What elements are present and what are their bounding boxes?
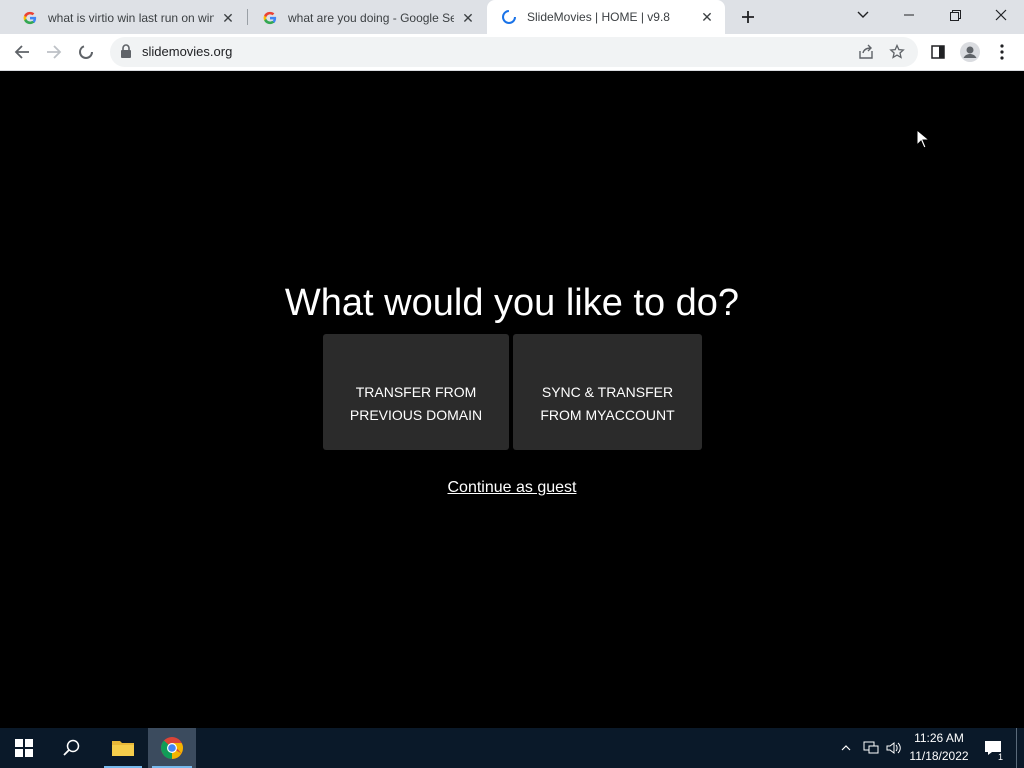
notification-count: 1	[995, 752, 1005, 762]
close-window-button[interactable]	[978, 0, 1024, 30]
kebab-menu-icon	[1000, 44, 1004, 60]
url-text: slidemovies.org	[142, 44, 233, 59]
loading-icon	[79, 45, 93, 59]
folder-icon	[112, 741, 134, 756]
close-tab-icon[interactable]: ✕	[699, 9, 715, 25]
tab-google-search[interactable]: what are you doing - Google Search ✕	[248, 2, 486, 34]
share-icon[interactable]	[856, 42, 876, 62]
back-button[interactable]	[8, 38, 36, 66]
restore-button[interactable]	[932, 0, 978, 30]
option-label-line1: SYNC & TRANSFER	[541, 384, 674, 400]
start-button[interactable]	[0, 728, 48, 768]
arrow-left-icon	[14, 45, 29, 59]
mouse-cursor-icon	[916, 128, 931, 154]
minimize-button[interactable]	[886, 0, 932, 30]
tab-slidemovies-active[interactable]: SlideMovies | HOME | v9.8 ✕	[487, 0, 725, 34]
clock-time[interactable]: 11:26 AM	[906, 731, 972, 745]
stop-loading-button[interactable]	[72, 38, 100, 66]
chrome-taskbar-button[interactable]	[148, 728, 196, 768]
google-icon	[262, 10, 278, 26]
google-icon	[22, 10, 38, 26]
tab-strip: what is virtio win last run on windows ✕…	[0, 0, 1024, 34]
profile-avatar-icon	[960, 42, 980, 62]
new-tab-button[interactable]	[736, 5, 760, 29]
tab-title: what are you doing - Google Search	[288, 11, 454, 25]
windows-taskbar: 11:26 AM 11/18/2022 1	[0, 728, 1024, 768]
close-icon	[995, 9, 1007, 21]
restore-icon	[949, 9, 961, 21]
clock-date[interactable]: 11/18/2022	[906, 749, 972, 763]
network-icon	[863, 741, 879, 754]
minimize-icon	[904, 14, 914, 16]
option-label-line1: TRANSFER FROM	[355, 384, 477, 400]
profile-button[interactable]	[956, 38, 984, 66]
search-icon	[63, 739, 80, 756]
browser-toolbar: slidemovies.org	[0, 34, 1024, 71]
plus-icon	[742, 11, 754, 23]
tab-search-button[interactable]	[840, 0, 886, 30]
continue-as-guest-link[interactable]: Continue as guest	[0, 479, 1024, 497]
option-label-line2: FROM MYACCOUNT	[540, 407, 675, 423]
side-panel-button[interactable]	[924, 38, 952, 66]
address-bar[interactable]: slidemovies.org	[110, 37, 918, 67]
side-panel-icon	[931, 45, 945, 59]
windows-logo-icon	[15, 739, 33, 757]
tab-virtio[interactable]: what is virtio win last run on windows ✕	[8, 2, 246, 34]
action-center-button[interactable]: 1	[978, 728, 1008, 768]
forward-button[interactable]	[40, 38, 68, 66]
tab-title: what is virtio win last run on windows	[48, 11, 214, 25]
chevron-up-icon	[841, 745, 851, 751]
loading-spinner-icon	[501, 9, 517, 25]
page-content: What would you like to do? TRANSFER FROM…	[0, 71, 1024, 728]
tab-title: SlideMovies | HOME | v9.8	[527, 10, 670, 24]
show-hidden-icons-button[interactable]	[836, 728, 856, 768]
option-label-line2: PREVIOUS DOMAIN	[349, 407, 483, 423]
chrome-icon	[161, 737, 183, 759]
speaker-icon	[886, 742, 901, 754]
arrow-right-icon	[47, 45, 62, 59]
menu-button[interactable]	[988, 38, 1016, 66]
volume-button[interactable]	[884, 728, 904, 768]
chevron-down-icon	[857, 11, 869, 18]
sync-transfer-myaccount-button[interactable]: SYNC & TRANSFER FROM MYACCOUNT	[513, 334, 702, 450]
show-desktop-divider[interactable]	[1016, 728, 1017, 768]
file-explorer-button[interactable]	[100, 728, 146, 768]
network-button[interactable]	[860, 728, 882, 768]
search-button[interactable]	[48, 728, 96, 768]
transfer-previous-domain-button[interactable]: TRANSFER FROM PREVIOUS DOMAIN	[323, 334, 509, 450]
close-tab-icon[interactable]: ✕	[460, 10, 476, 26]
lock-icon[interactable]	[120, 44, 132, 63]
page-heading: What would you like to do?	[284, 282, 740, 324]
close-tab-icon[interactable]: ✕	[220, 10, 236, 26]
bookmark-star-icon[interactable]	[887, 42, 907, 62]
